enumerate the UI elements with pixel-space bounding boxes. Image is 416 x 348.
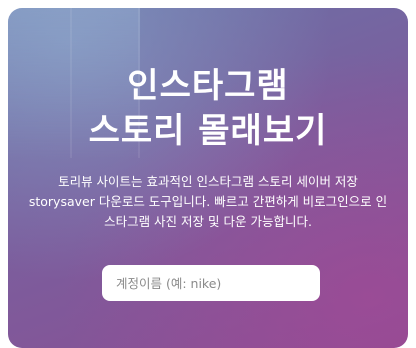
hero-description: 토리뷰 사이트는 효과적인 인스타그램 스토리 세이버 저장 storysave…	[28, 174, 388, 229]
page-title-line-1: 인스타그램	[127, 66, 289, 106]
page-title-line-2: 스토리 몰래보기	[88, 111, 328, 151]
page-title: 인스타그램 스토리 몰래보기	[8, 64, 408, 154]
hero-banner: 인스타그램 스토리 몰래보기 토리뷰 사이트는 효과적인 인스타그램 스토리 세…	[8, 8, 408, 348]
username-search-input[interactable]	[102, 265, 320, 301]
